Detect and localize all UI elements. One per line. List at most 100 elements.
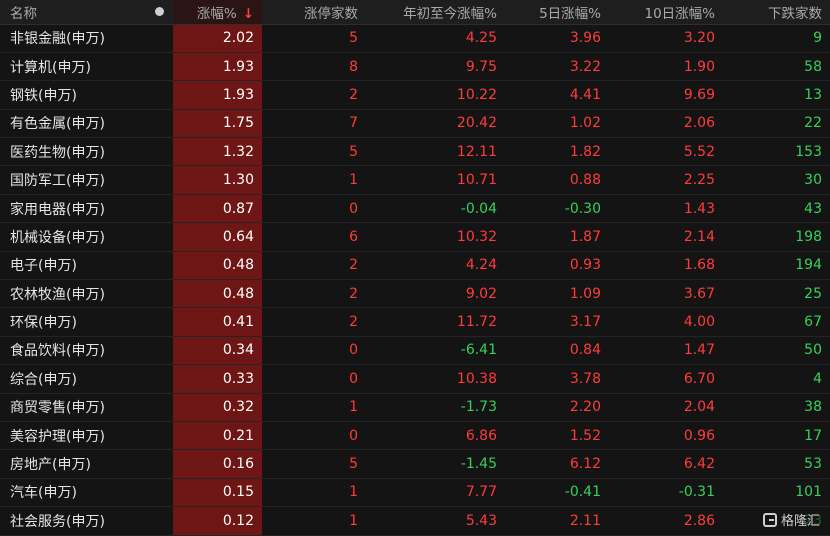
cell-ytd: 10.71	[366, 165, 505, 195]
cell-change: 1.75	[173, 109, 262, 139]
cell-decliners: 194	[723, 251, 830, 281]
cell-decliners: 30	[723, 165, 830, 195]
cell-ytd: 9.75	[366, 52, 505, 82]
col-header-limit-up-label: 涨停家数	[304, 5, 358, 22]
watermark: 格隆汇	[758, 509, 824, 530]
table-row[interactable]: 美容护理(申万) 0.21 0 6.86 1.52 0.96 17	[0, 421, 830, 451]
dot-icon	[154, 6, 164, 16]
table-row[interactable]: 房地产(申万) 0.16 5 -1.45 6.12 6.42 53	[0, 449, 830, 479]
cell-limit-up: 2	[262, 80, 366, 110]
cell-5d: 4.41	[505, 80, 609, 110]
sector-table: 名称 涨幅% ↓ 涨停家数 年初至今涨幅% 5日涨幅% 10日涨幅% 下跌家数 非…	[0, 0, 830, 536]
table-row[interactable]: 环保(申万) 0.41 2 11.72 3.17 4.00 67	[0, 307, 830, 337]
table-row[interactable]: 电子(申万) 0.48 2 4.24 0.93 1.68 194	[0, 251, 830, 281]
cell-decliners: 22	[723, 109, 830, 139]
cell-5d: 1.02	[505, 109, 609, 139]
cell-limit-up: 7	[262, 109, 366, 139]
cell-decliners: 9	[723, 24, 830, 53]
col-header-ytd[interactable]: 年初至今涨幅%	[366, 0, 505, 25]
cell-change: 1.93	[173, 80, 262, 110]
cell-10d: 1.68	[609, 251, 723, 281]
cell-decliners: 67	[723, 307, 830, 337]
table-row[interactable]: 农林牧渔(申万) 0.48 2 9.02 1.09 3.67 25	[0, 279, 830, 309]
cell-change: 1.30	[173, 165, 262, 195]
cell-change: 0.87	[173, 194, 262, 224]
cell-decliners: 25	[723, 279, 830, 309]
cell-decliners: 53	[723, 449, 830, 479]
col-header-change[interactable]: 涨幅% ↓	[173, 0, 262, 25]
cell-name: 钢铁(申万)	[0, 80, 173, 110]
cell-10d: 2.14	[609, 222, 723, 252]
cell-limit-up: 1	[262, 393, 366, 422]
col-header-5d[interactable]: 5日涨幅%	[505, 0, 609, 25]
cell-5d: 6.12	[505, 449, 609, 479]
table-row[interactable]: 有色金属(申万) 1.75 7 20.42 1.02 2.06 22	[0, 109, 830, 139]
cell-5d: 2.11	[505, 506, 609, 536]
col-header-name[interactable]: 名称	[0, 0, 145, 25]
cell-name: 社会服务(申万)	[0, 506, 173, 536]
cell-name: 国防军工(申万)	[0, 165, 173, 195]
col-header-limit-up[interactable]: 涨停家数	[262, 0, 366, 25]
table-row[interactable]: 食品饮料(申万) 0.34 0 -6.41 0.84 1.47 50	[0, 336, 830, 366]
cell-ytd: -6.41	[366, 336, 505, 366]
cell-5d: 1.87	[505, 222, 609, 252]
cell-limit-up: 8	[262, 52, 366, 82]
cell-change: 1.32	[173, 137, 262, 167]
cell-5d: 1.82	[505, 137, 609, 167]
col-header-change-label: 涨幅%	[196, 5, 237, 22]
table-row[interactable]: 机械设备(申万) 0.64 6 10.32 1.87 2.14 198	[0, 222, 830, 252]
cell-limit-up: 5	[262, 449, 366, 479]
cell-limit-up: 0	[262, 364, 366, 394]
col-header-5d-label: 5日涨幅%	[539, 5, 601, 22]
cell-10d: 2.25	[609, 165, 723, 195]
table-row[interactable]: 商贸零售(申万) 0.32 1 -1.73 2.20 2.04 38	[0, 393, 830, 422]
cell-change: 0.48	[173, 279, 262, 309]
cell-name: 医药生物(申万)	[0, 137, 173, 167]
table-row[interactable]: 医药生物(申万) 1.32 5 12.11 1.82 5.52 153	[0, 137, 830, 167]
header-row: 名称 涨幅% ↓ 涨停家数 年初至今涨幅% 5日涨幅% 10日涨幅% 下跌家数	[0, 0, 830, 25]
cell-change: 0.12	[173, 506, 262, 536]
cell-10d: 6.42	[609, 449, 723, 479]
cell-10d: 2.06	[609, 109, 723, 139]
cell-ytd: 4.25	[366, 24, 505, 53]
table-row[interactable]: 国防军工(申万) 1.30 1 10.71 0.88 2.25 30	[0, 165, 830, 195]
cell-limit-up: 0	[262, 194, 366, 224]
table-row[interactable]: 社会服务(申万)0.1215.432.112.8623	[0, 506, 830, 536]
cell-ytd: 10.38	[366, 364, 505, 394]
watermark-text: 格隆汇	[780, 514, 820, 529]
col-header-decliners[interactable]: 下跌家数	[723, 0, 830, 25]
cell-5d: -0.30	[505, 194, 609, 224]
table-row[interactable]: 综合(申万) 0.33 0 10.38 3.78 6.70 4	[0, 364, 830, 394]
table-body: 非银金融(申万) 2.02 5 4.25 3.96 3.20 9 计算机(申万) 1.93 8 9.…	[0, 24, 830, 536]
table-row[interactable]: 家用电器(申万) 0.87 0 -0.04 -0.30 1.43 43	[0, 194, 830, 224]
cell-5d: 3.78	[505, 364, 609, 394]
cell-5d: 3.96	[505, 24, 609, 53]
cell-change: 0.48	[173, 251, 262, 281]
table-row[interactable]: 汽车(申万) 0.15 1 7.77 -0.41 -0.31 101	[0, 478, 830, 508]
cell-limit-up: 0	[262, 336, 366, 366]
cell-10d: 5.52	[609, 137, 723, 167]
cell-change: 0.32	[173, 393, 262, 422]
cell-change: 2.02	[173, 24, 262, 53]
col-header-dot[interactable]	[145, 0, 173, 25]
cell-5d: 2.20	[505, 393, 609, 422]
cell-limit-up: 0	[262, 421, 366, 451]
cell-ytd: 6.86	[366, 421, 505, 451]
table-row[interactable]: 钢铁(申万) 1.93 2 10.22 4.41 9.69 13	[0, 80, 830, 110]
cell-name: 房地产(申万)	[0, 449, 173, 479]
cell-5d: 1.52	[505, 421, 609, 451]
cell-limit-up: 5	[262, 24, 366, 53]
cell-name: 商贸零售(申万)	[0, 393, 173, 422]
cell-limit-up: 5	[262, 137, 366, 167]
cell-limit-up: 1	[262, 506, 366, 536]
table-row[interactable]: 非银金融(申万) 2.02 5 4.25 3.96 3.20 9	[0, 24, 830, 53]
cell-change: 0.15	[173, 478, 262, 508]
table-row[interactable]: 计算机(申万) 1.93 8 9.75 3.22 1.90 58	[0, 52, 830, 82]
cell-limit-up: 2	[262, 307, 366, 337]
cell-5d: 3.22	[505, 52, 609, 82]
cell-10d: 2.04	[609, 393, 723, 422]
col-header-10d[interactable]: 10日涨幅%	[609, 0, 723, 25]
cell-change: 0.16	[173, 449, 262, 479]
cell-ytd: 11.72	[366, 307, 505, 337]
cell-5d: 0.88	[505, 165, 609, 195]
